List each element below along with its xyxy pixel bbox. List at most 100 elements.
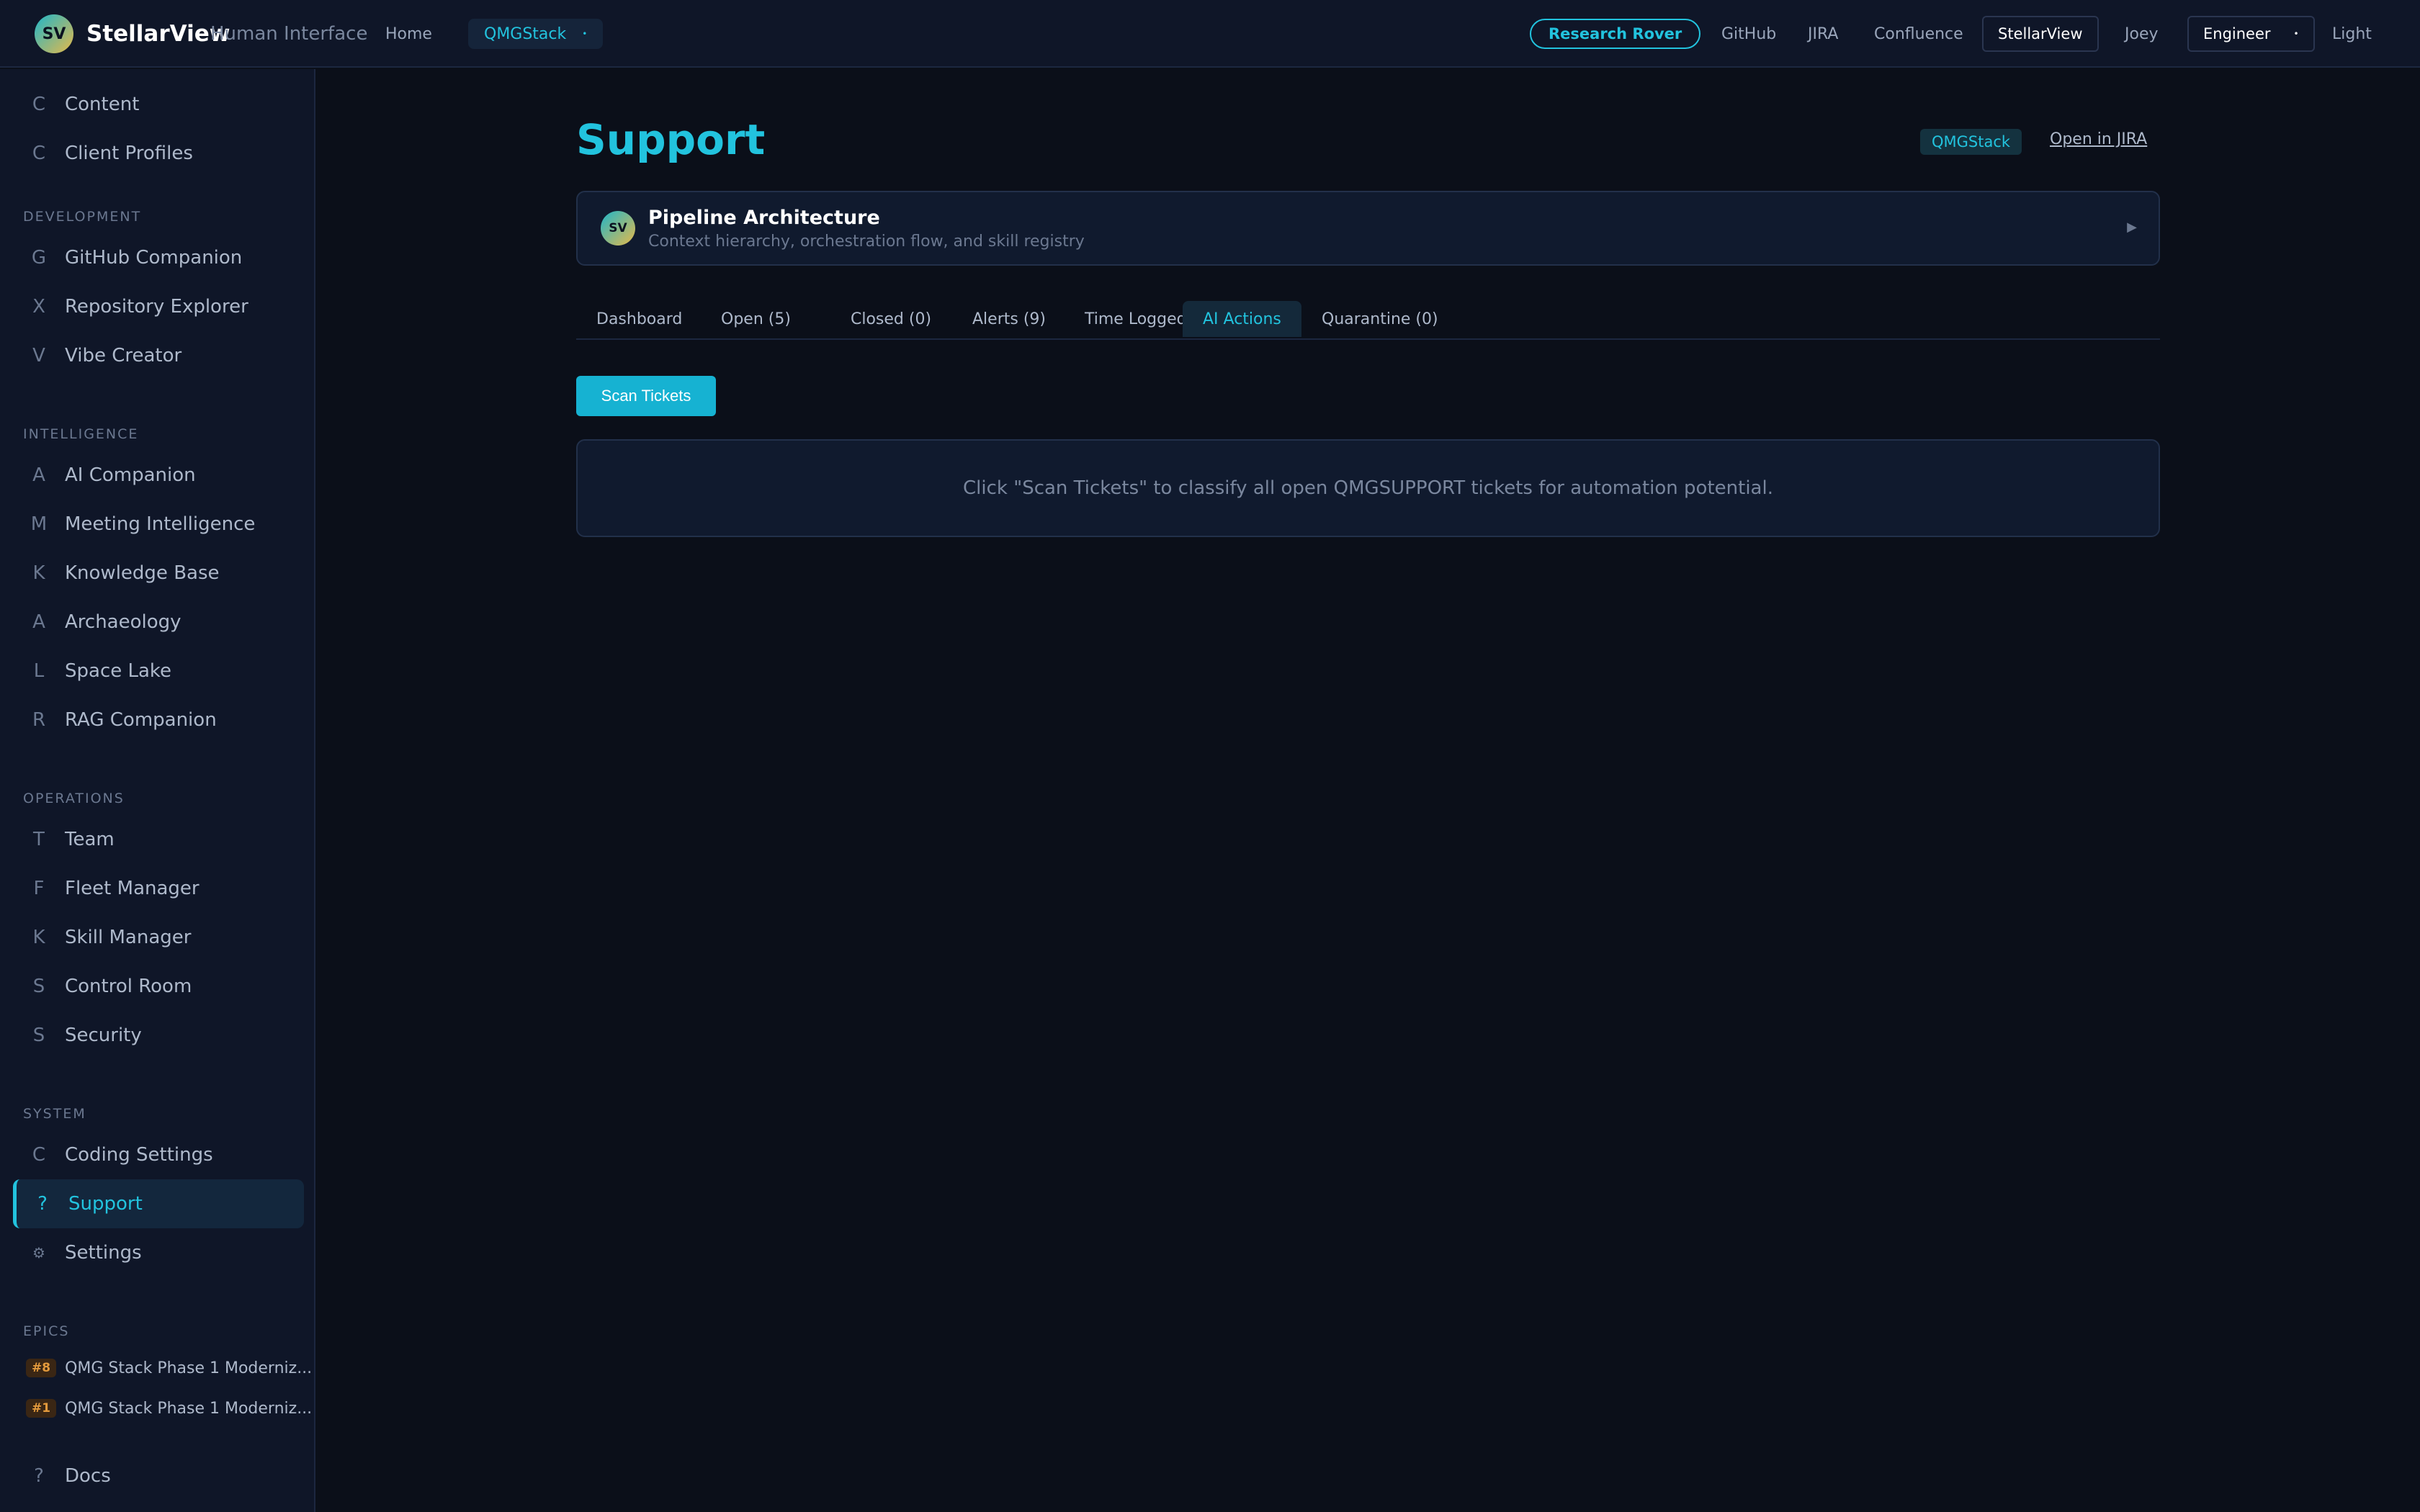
card-title: Pipeline Architecture <box>648 207 880 229</box>
sidebar-item-support[interactable]: ? Support <box>13 1179 304 1228</box>
role-label: Engineer <box>2203 25 2271 42</box>
theme-toggle[interactable]: Light <box>2332 25 2372 43</box>
section-heading-development: DEVELOPMENT <box>23 209 142 225</box>
support-icon: ? <box>37 1193 48 1215</box>
user-name[interactable]: Joey <box>2125 25 2159 43</box>
section-heading-epics: EPICS <box>23 1323 70 1339</box>
dropdown-caret-icon: • <box>582 29 588 39</box>
client-profiles-icon: C <box>32 143 46 164</box>
gear-icon: ⚙ <box>32 1244 45 1261</box>
vibe-creator-icon: V <box>32 345 45 366</box>
scan-tickets-button[interactable]: Scan Tickets <box>576 376 716 416</box>
fleet-manager-icon: F <box>33 878 45 899</box>
team-icon: T <box>33 829 45 850</box>
nav-confluence[interactable]: Confluence <box>1874 25 1963 43</box>
sidebar-item-vibe-creator[interactable]: V Vibe Creator <box>13 331 304 380</box>
sidebar-item-control-room[interactable]: S Control Room <box>13 962 304 1011</box>
sidebar-item-team[interactable]: T Team <box>13 815 304 864</box>
card-avatar-icon: SV <box>601 211 635 246</box>
sidebar-item-label: Client Profiles <box>65 143 193 164</box>
sidebar-item-client-profiles[interactable]: C Client Profiles <box>13 129 304 178</box>
space-lake-icon: L <box>33 660 45 682</box>
empty-state-panel: Click "Scan Tickets" to classify all ope… <box>576 439 2160 537</box>
sidebar-item-archaeology[interactable]: A Archaeology <box>13 598 304 647</box>
tab-ai-actions[interactable]: AI Actions <box>1183 301 1301 337</box>
nav-jira[interactable]: JIRA <box>1808 25 1838 43</box>
nav-stellarview-active[interactable]: StellarView <box>1982 16 2099 52</box>
github-companion-icon: G <box>31 247 47 269</box>
sidebar-item-label: Coding Settings <box>65 1144 213 1166</box>
ai-companion-icon: A <box>32 464 45 486</box>
tab-dashboard[interactable]: Dashboard <box>576 301 702 337</box>
epic-label: QMG Stack Phase 1 Moderniz... <box>65 1359 313 1377</box>
sidebar-item-ai-companion[interactable]: A AI Companion <box>13 451 304 500</box>
sidebar-item-label: Vibe Creator <box>65 345 182 366</box>
brand-subtitle: Human Interface <box>210 23 368 45</box>
sidebar-item-label: AI Companion <box>65 464 196 486</box>
sidebar-item-docs[interactable]: ? Docs <box>13 1452 304 1500</box>
tab-quarantine[interactable]: Quarantine (0) <box>1301 301 1458 337</box>
knowledge-base-icon: K <box>32 562 45 584</box>
sidebar-item-coding-settings[interactable]: C Coding Settings <box>13 1130 304 1179</box>
brand-logo[interactable]: SV <box>35 0 73 68</box>
nav-github[interactable]: GitHub <box>1721 25 1776 43</box>
sidebar-item-label: Skill Manager <box>65 927 192 948</box>
sidebar-item-label: Content <box>65 94 140 115</box>
control-room-icon: S <box>32 976 45 997</box>
pipeline-architecture-card[interactable]: SV Pipeline Architecture Context hierarc… <box>576 191 2160 266</box>
rag-companion-icon: R <box>32 709 46 731</box>
sidebar-item-fleet-manager[interactable]: F Fleet Manager <box>13 864 304 913</box>
sidebar: C Content C Client Profiles DEVELOPMENT … <box>0 69 315 1512</box>
sidebar-item-knowledge-base[interactable]: K Knowledge Base <box>13 549 304 598</box>
card-subtitle: Context hierarchy, orchestration flow, a… <box>648 233 1085 251</box>
sidebar-item-label: RAG Companion <box>65 709 217 731</box>
sidebar-item-repository-explorer[interactable]: X Repository Explorer <box>13 282 304 331</box>
section-heading-operations: OPERATIONS <box>23 791 125 806</box>
sidebar-item-skill-manager[interactable]: K Skill Manager <box>13 913 304 962</box>
sidebar-item-meeting-intelligence[interactable]: M Meeting Intelligence <box>13 500 304 549</box>
project-tag[interactable]: QMGStack <box>1920 129 2022 155</box>
sidebar-item-label: Settings <box>65 1242 142 1264</box>
sidebar-item-label: Repository Explorer <box>65 296 248 318</box>
logo-avatar-icon: SV <box>35 14 73 53</box>
section-heading-system: SYSTEM <box>23 1106 86 1122</box>
sidebar-item-label: Security <box>65 1025 142 1046</box>
archaeology-icon: A <box>32 611 45 633</box>
repository-explorer-icon: X <box>32 296 45 318</box>
tab-alerts[interactable]: Alerts (9) <box>952 301 1066 337</box>
sidebar-item-rag-companion[interactable]: R RAG Companion <box>13 696 304 744</box>
sidebar-item-security[interactable]: S Security <box>13 1011 304 1060</box>
workspace-label: QMGStack <box>484 24 567 43</box>
role-dropdown[interactable]: Engineer • <box>2187 16 2315 52</box>
security-icon: S <box>32 1025 45 1046</box>
nav-home[interactable]: Home <box>385 25 432 43</box>
docs-icon: ? <box>34 1465 44 1487</box>
empty-state-message: Click "Scan Tickets" to classify all ope… <box>963 477 1773 499</box>
brand-name[interactable]: StellarView <box>86 21 230 47</box>
meeting-intelligence-icon: M <box>30 513 48 535</box>
content-icon: C <box>32 94 46 115</box>
tab-open[interactable]: Open (5) <box>701 301 811 337</box>
expand-arrow-icon[interactable]: ▶ <box>2127 220 2137 235</box>
dropdown-caret-icon: • <box>2293 29 2299 39</box>
sidebar-item-label: Knowledge Base <box>65 562 220 584</box>
sidebar-item-label: Team <box>65 829 115 850</box>
tab-closed[interactable]: Closed (0) <box>830 301 951 337</box>
sidebar-item-settings[interactable]: ⚙ Settings <box>13 1228 304 1277</box>
sidebar-item-label: Space Lake <box>65 660 172 682</box>
page-title: Support <box>576 115 766 164</box>
research-rover-button[interactable]: Research Rover <box>1530 19 1701 49</box>
sidebar-item-label: Meeting Intelligence <box>65 513 256 535</box>
sidebar-item-label: Archaeology <box>65 611 182 633</box>
sidebar-item-space-lake[interactable]: L Space Lake <box>13 647 304 696</box>
sidebar-item-github-companion[interactable]: G GitHub Companion <box>13 233 304 282</box>
open-in-jira-link[interactable]: Open in JIRA <box>2050 130 2147 148</box>
epic-item[interactable]: #8 QMG Stack Phase 1 Moderniz... <box>26 1354 312 1382</box>
sidebar-item-content[interactable]: C Content <box>13 80 304 129</box>
sidebar-item-label: Support <box>68 1193 143 1215</box>
section-heading-intelligence: INTELLIGENCE <box>23 426 139 442</box>
tab-bar: Dashboard Open (5) Closed (0) Alerts (9)… <box>576 300 2160 340</box>
sidebar-item-label: Fleet Manager <box>65 878 200 899</box>
workspace-dropdown[interactable]: QMGStack • <box>468 19 604 49</box>
epic-item[interactable]: #1 QMG Stack Phase 1 Moderniz... <box>26 1394 312 1423</box>
